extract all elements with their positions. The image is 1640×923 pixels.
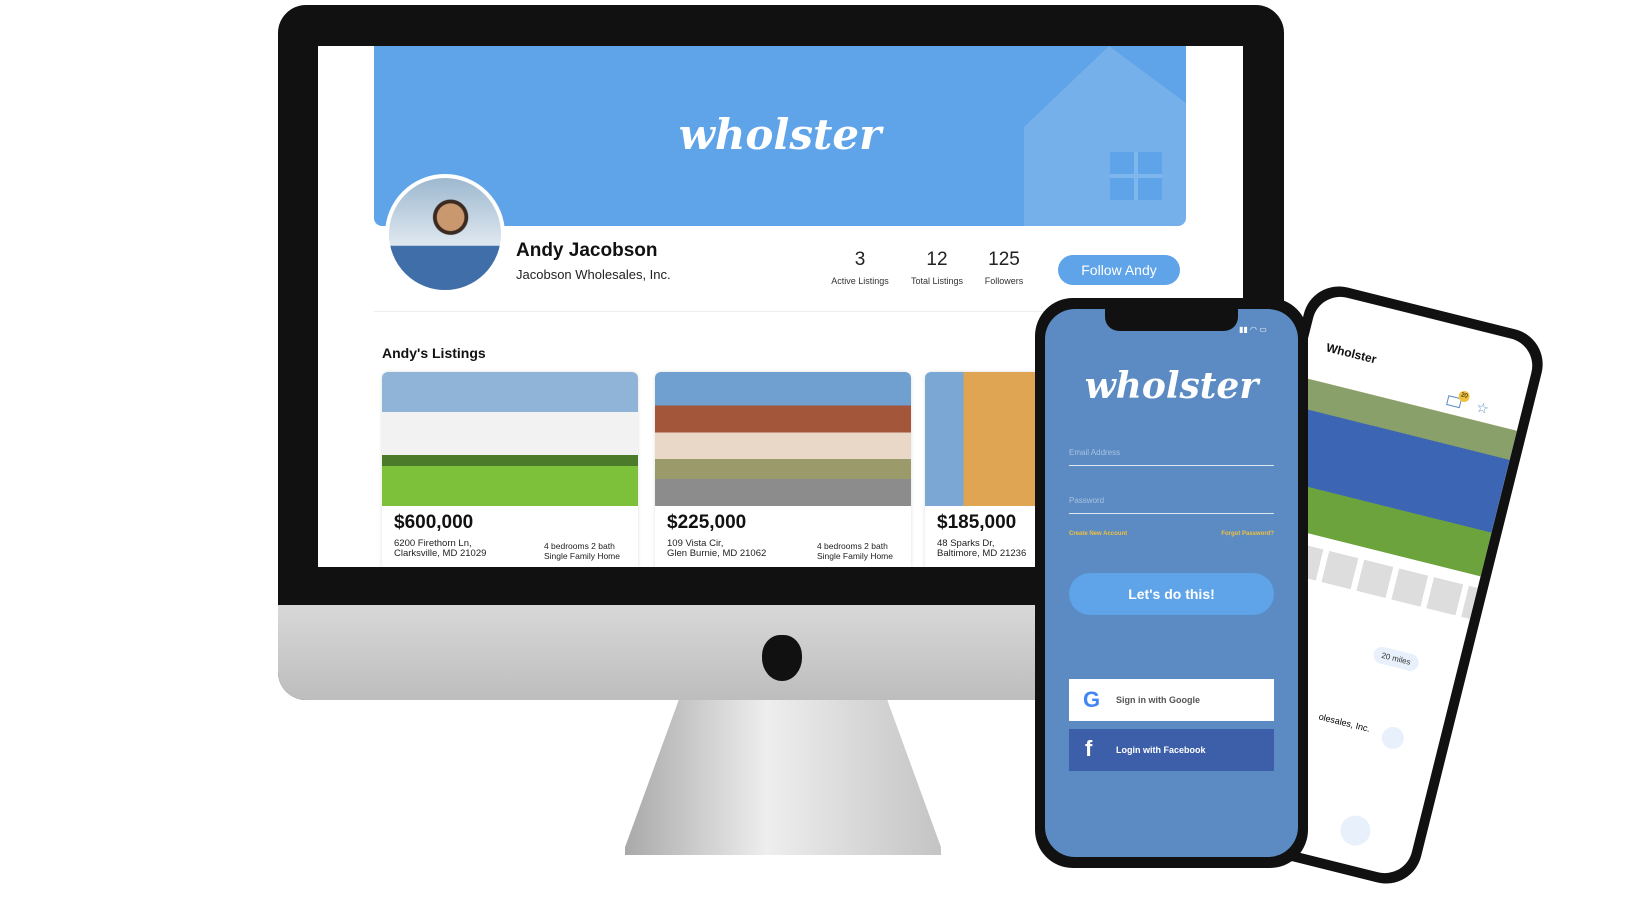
listing-price: $600,000 (394, 512, 474, 533)
wholster-logo: wholster (1084, 365, 1259, 407)
listing-price: $225,000 (667, 512, 747, 533)
app-title: Wholster (1324, 340, 1378, 367)
email-field[interactable]: Email Address (1069, 448, 1274, 466)
google-icon: G (1083, 687, 1101, 712)
agent-company: olesales, Inc. (1317, 711, 1372, 734)
window-icon (1110, 152, 1162, 200)
phone-notch (1105, 309, 1238, 331)
monitor-stand (625, 700, 941, 855)
apple-logo-icon (762, 635, 802, 681)
profile-banner: wholster (374, 46, 1186, 226)
status-bar-icons: ▮▮ ◠ ▭ (1239, 325, 1267, 334)
submit-button[interactable]: Let's do this! (1069, 573, 1274, 615)
google-signin-button[interactable]: G Sign in with Google (1069, 679, 1274, 721)
listing-card[interactable]: $600,000 6200 Firethorn Ln, Clarksville, … (382, 372, 638, 567)
listing-card[interactable]: $225,000 109 Vista Cir, Glen Burnie, MD 2… (655, 372, 911, 567)
profile-company: Jacobson Wholesales, Inc. (516, 267, 671, 282)
listing-photo (655, 372, 911, 506)
listing-address: 109 Vista Cir, Glen Burnie, MD 21062 (667, 538, 767, 559)
listing-price: $185,000 (937, 512, 1017, 533)
stat-followers: 125 Followers (984, 249, 1024, 286)
phone-login: ▮▮ ◠ ▭ wholster Email Address Password C… (1035, 298, 1308, 868)
listing-address: 48 Sparks Dr, Baltimore, MD 21236 (937, 538, 1027, 559)
listing-photo (382, 372, 638, 506)
password-field[interactable]: Password (1069, 496, 1274, 514)
listings-heading: Andy's Listings (382, 345, 486, 361)
listing-meta: 4 bedrooms 2 bath Single Family Home (816, 541, 893, 561)
facebook-login-button[interactable]: f Login with Facebook (1069, 729, 1274, 771)
profile-name: Andy Jacobson (516, 240, 658, 261)
facebook-icon: f (1085, 736, 1093, 761)
filter-icon[interactable] (1337, 812, 1374, 849)
chat-icon[interactable] (1379, 724, 1407, 752)
follow-button[interactable]: Follow Andy (1058, 255, 1180, 285)
avatar (385, 174, 505, 294)
forgot-password-link[interactable]: Forgot Password? (1221, 531, 1274, 537)
listing-meta: 4 bedrooms 2 bath Single Family Home (543, 541, 620, 561)
distance-chip[interactable]: 20 miles (1371, 645, 1421, 673)
login-screen: ▮▮ ◠ ▭ wholster Email Address Password C… (1045, 309, 1298, 857)
create-account-link[interactable]: Create New Account (1069, 531, 1127, 537)
star-icon[interactable]: ☆ (1474, 399, 1491, 419)
stat-active-listings: 3 Active Listings (831, 249, 889, 286)
wholster-logo: wholster (678, 110, 882, 159)
listing-address: 6200 Firethorn Ln, Clarksville, MD 21029 (394, 538, 487, 559)
